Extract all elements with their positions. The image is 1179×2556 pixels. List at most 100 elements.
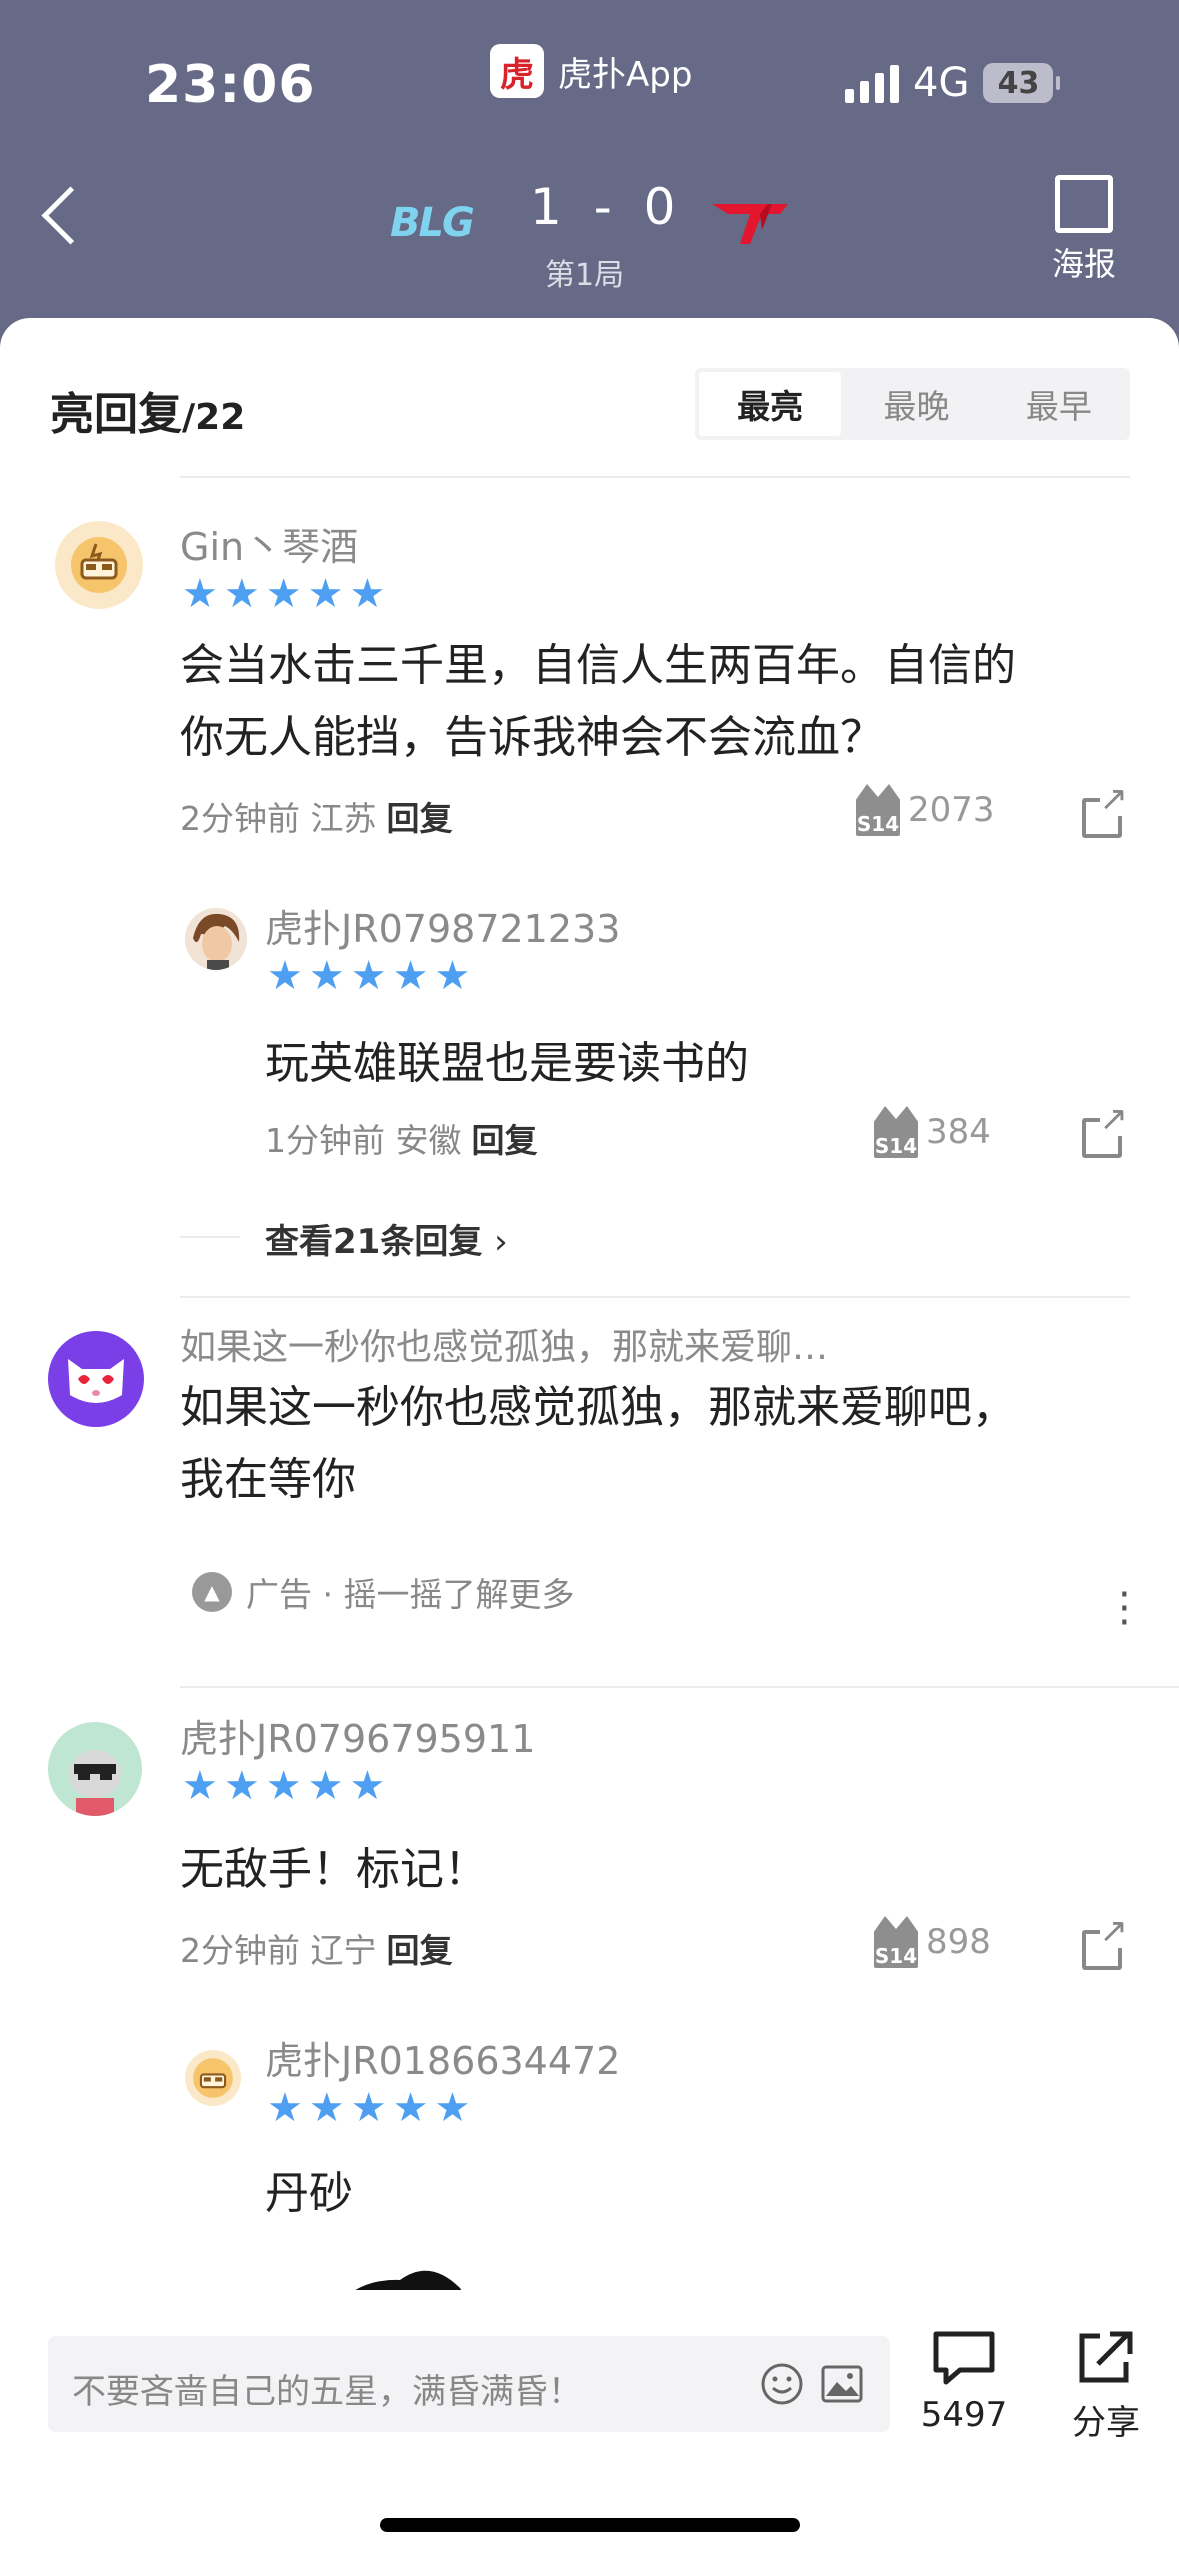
ad-avatar[interactable] [48,1331,144,1427]
tab-earliest[interactable]: 最早 [988,368,1130,440]
share-icon[interactable] [1082,1102,1128,1158]
match-header: 23:06 虎 虎扑App 4G 43 BLG 1 - 0 第1局 海报 [0,0,1179,330]
comment-count: 5497 [920,2395,1008,2435]
comment-text-line: 你无人能挡，告诉我神会不会流血？ [180,712,884,763]
share-label: 分享 [1072,2403,1140,2443]
comment-text: 无敌手！标记！ [180,1844,488,1895]
reply-region: 安徽 [395,1121,462,1160]
reply-button[interactable]: 回复 [387,799,453,838]
image-icon[interactable] [820,2362,864,2406]
avatar-image [185,908,247,970]
battery-icon: 43 [983,63,1061,103]
avatar[interactable] [185,908,247,970]
reply-username[interactable]: 虎扑JR0186634472 [265,2030,620,2085]
share-button[interactable]: 分享 [1062,2330,1150,2444]
light-button[interactable]: S14 898 [874,1916,991,1968]
divider [180,1686,1179,1688]
reply-button[interactable]: 回复 [472,1121,538,1160]
comment-region: 江苏 [310,799,377,838]
rating-stars: ★ ★ ★ ★ ★ [182,571,386,617]
rating-stars: ★ ★ ★ ★ ★ [267,953,471,999]
team-right-logo[interactable] [710,200,790,246]
reply-username[interactable]: 虎扑JR0798721233 [265,898,620,953]
match-round: 第1局 [545,258,625,293]
comments-panel: 亮回复/22 最亮 最晚 最早 Gin丶琴酒 ★ ★ ★ ★ ★ 会当水击三千里，自信人… [0,318,1179,2556]
input-placeholder: 不要吝啬自己的五星，满昏满昏！ [72,2372,582,2412]
comment-meta: 2分钟前 江苏 回复 [180,792,453,840]
comment-icon [933,2331,995,2385]
light-count: 2073 [908,790,995,830]
rating-stars: ★ ★ ★ ★ ★ [182,1763,386,1809]
network-label: 4G [913,60,970,106]
ad-brand-icon: ▲ [192,1572,232,1612]
reply-text: 玩英雄联盟也是要读书的 [265,1038,749,1089]
status-time: 23:06 [145,55,316,115]
comment-username[interactable]: 虎扑JR0796795911 [180,1708,535,1763]
comment-count-button[interactable]: 5497 [920,2330,1008,2435]
ad-label: 广告 · 摇一摇了解更多 [246,1575,575,1614]
comment-meta: 2分钟前 辽宁 回复 [180,1924,453,1972]
reply-time: 1分钟前 [265,1121,385,1160]
poster-label: 海报 [1052,245,1117,283]
sort-tabs: 最亮 最晚 最早 [695,368,1130,440]
ad-text-line: 我在等你 [180,1454,356,1505]
section-title: 亮回复/22 [50,378,245,442]
divider [180,1236,240,1238]
reply-button[interactable]: 回复 [387,1931,453,1970]
reply-meta: 1分钟前 安徽 回复 [265,1114,538,1162]
section-title-text: 亮回复 [50,389,182,440]
back-icon[interactable] [41,186,100,245]
light-count: 898 [926,1922,991,1962]
app-name: 虎扑App [558,54,693,95]
image-icon [1055,175,1113,233]
comment-time: 2分钟前 [180,1931,300,1970]
comment-text: 会当水击三千里，自信人生两百年。自信的 你无人能挡，告诉我神会不会流血？ [180,630,1016,774]
view-more-replies-link[interactable]: 查看21条回复 › [265,1214,508,1263]
light-count: 384 [926,1112,991,1152]
share-icon[interactable] [1082,1914,1128,1970]
reply-text: 丹砂 [265,2168,353,2219]
match-score: 1 - 0 [530,178,684,236]
emoji-icon[interactable] [760,2362,804,2406]
comment-username[interactable]: Gin丶琴酒 [180,516,358,571]
avatar[interactable] [48,1722,142,1816]
comment-input[interactable]: 不要吝啬自己的五星，满昏满昏！ [48,2336,890,2432]
ad-title[interactable]: 如果这一秒你也感觉孤独，那就来爱聊… [180,1318,828,1370]
poster-button[interactable]: 海报 [1052,175,1116,285]
tab-brightest[interactable]: 最亮 [699,372,842,436]
ad-text-line: 如果这一秒你也感觉孤独，那就来爱聊吧， [180,1382,1016,1433]
home-indicator [380,2518,800,2532]
light-button[interactable]: S14 2073 [856,784,995,836]
s14-light-icon: S14 [856,784,900,836]
chevron-right-icon: › [494,1222,508,1262]
ad-text[interactable]: 如果这一秒你也感觉孤独，那就来爱聊吧， 我在等你 [180,1372,1016,1516]
share-icon [1079,2331,1133,2383]
avatar-image [69,1750,121,1816]
bottom-bar: 不要吝啬自己的五星，满昏满昏！ 5497 分享 [0,2290,1179,2556]
status-icons: 4G 43 [845,60,1061,106]
comment-time: 2分钟前 [180,799,300,838]
rating-stars: ★ ★ ★ ★ ★ [267,2085,471,2131]
s14-light-icon: S14 [874,1106,918,1158]
avatar-image [71,537,127,593]
avatar-image [193,2058,233,2098]
share-icon[interactable] [1082,782,1128,838]
more-options-icon[interactable]: · · · [1118,1575,1131,1643]
comment-region: 辽宁 [310,1931,377,1970]
avatar[interactable] [185,2050,241,2106]
tab-latest[interactable]: 最晚 [845,368,987,440]
light-button[interactable]: S14 384 [874,1106,991,1158]
ad-meta: ▲ 广告 · 摇一摇了解更多 [192,1568,574,1616]
team-left-logo[interactable]: BLG [390,200,475,246]
comment-text-line: 会当水击三千里，自信人生两百年。自信的 [180,640,1016,691]
app-indicator: 虎 虎扑App [490,44,692,98]
cat-avatar-image [68,1359,124,1403]
avatar[interactable] [55,521,143,609]
more-replies-label: 查看21条回复 [265,1222,483,1262]
hupu-logo-icon: 虎 [490,44,544,98]
section-count: /22 [182,397,246,438]
divider [180,1296,1130,1298]
signal-icon [845,63,899,103]
divider [180,476,1130,478]
s14-light-icon: S14 [874,1916,918,1968]
